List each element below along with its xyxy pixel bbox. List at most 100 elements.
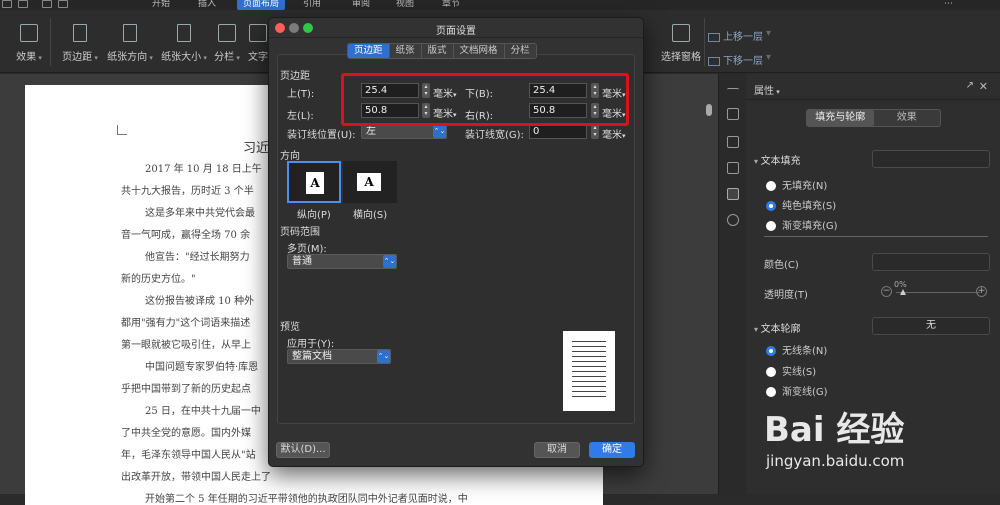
decrease-button[interactable]: − xyxy=(881,286,892,297)
effects-button[interactable]: 效果 xyxy=(14,24,44,63)
radio-dot xyxy=(766,201,776,211)
bring-forward-dropdown[interactable]: ▾ xyxy=(766,28,771,39)
send-backward-dropdown[interactable]: ▾ xyxy=(766,52,771,63)
multi-page-select[interactable]: 普通 ⌃⌄ xyxy=(287,254,397,269)
text-fill-section[interactable]: 文本填充 xyxy=(754,152,801,167)
color-label: 颜色(C) xyxy=(764,260,799,271)
properties-panel: 属性 ↗ ✕ 填充与轮廓 效果 文本填充 无填充(N) 纯色填充(S) 渐变填充… xyxy=(746,74,1000,494)
selection-pane-icon xyxy=(672,24,690,42)
document-line: 这份报告被译成 10 种外 xyxy=(145,296,255,307)
transparency-value: 0% xyxy=(894,280,907,289)
lock-icon[interactable] xyxy=(727,162,739,174)
ribbon-divider xyxy=(704,18,705,66)
tab-effects[interactable]: 效果 xyxy=(874,110,941,126)
landscape-label: 横向(S) xyxy=(353,210,388,221)
transparency-slider[interactable] xyxy=(896,292,980,293)
preview-line xyxy=(572,341,606,342)
margins-heading: 页边距 xyxy=(280,71,310,82)
orientation-icon xyxy=(123,24,137,42)
preview-line xyxy=(572,396,606,397)
margins-button[interactable]: 页边距 xyxy=(58,24,102,63)
gutter-width-stepper[interactable]: ▴ ▾ xyxy=(591,124,599,139)
tab-document-grid[interactable]: 文档网格 xyxy=(453,44,505,58)
columns-button[interactable]: 分栏 xyxy=(212,24,242,63)
text-outline-section[interactable]: 文本轮廓 xyxy=(754,320,801,335)
popout-icon[interactable]: ↗ xyxy=(966,80,974,91)
document-title: 习近 xyxy=(243,141,270,156)
orientation-button[interactable]: 纸张方向 xyxy=(104,24,156,63)
radio-dot xyxy=(766,367,776,377)
selection-pane-button[interactable]: 选择窗格 xyxy=(659,24,703,63)
gutter-position-select[interactable]: 左 ⌃⌄ xyxy=(361,124,447,139)
close-icon[interactable]: ✕ xyxy=(979,80,988,93)
document-line: 这是多年来中共党代会最 xyxy=(145,208,255,219)
gutter-width-unit[interactable]: 毫米 xyxy=(602,126,626,141)
preview-line xyxy=(572,346,606,347)
document-line: 2017 年 10 月 18 日上午 xyxy=(145,164,262,175)
document-line: 年，毛泽东领导中国人民从"站 xyxy=(121,450,256,461)
text-direction-button[interactable]: 文字 xyxy=(246,24,270,63)
redo-icon[interactable] xyxy=(58,0,68,8)
tab-review[interactable]: 审阅 xyxy=(346,0,376,10)
tab-margins[interactable]: 页边距 xyxy=(348,44,390,58)
document-line: 他宣告："经过长期努力 xyxy=(145,252,250,263)
paper-size-button[interactable]: 纸张大小 xyxy=(158,24,210,63)
divider xyxy=(764,236,988,237)
portrait-icon: A xyxy=(306,172,324,194)
document-line: 开始第二个 5 年任期的习近平带领他的执政团队同中外记者见面时说，中 xyxy=(145,494,468,505)
tab-fill-outline[interactable]: 填充与轮廓 xyxy=(807,110,874,126)
tab-layout[interactable]: 版式 xyxy=(421,44,454,58)
gradient-fill-radio[interactable]: 渐变填充(G) xyxy=(766,217,838,232)
cancel-button[interactable]: 取消 xyxy=(534,442,580,458)
outline-dropdown[interactable]: 无 xyxy=(872,317,990,335)
tab-insert[interactable]: 插入 xyxy=(192,0,222,10)
save-icon[interactable] xyxy=(2,0,12,8)
document-line: 第一眼就被它吸引住，从早上 xyxy=(121,340,251,351)
panel-tabs: 填充与轮廓 效果 xyxy=(806,109,941,127)
gradient-line-radio[interactable]: 渐变线(G) xyxy=(766,383,828,398)
increase-button[interactable]: + xyxy=(976,286,987,297)
document-line: 出改革开放，带领中国人民走上了 xyxy=(121,472,271,483)
send-backward-button[interactable]: 下移一层 xyxy=(708,52,763,67)
cursor-icon[interactable] xyxy=(727,136,739,148)
document-line: 共十九大报告，历时近 3 个半 xyxy=(121,186,254,197)
chevron-down-icon: ⌃⌄ xyxy=(377,350,390,363)
tab-references[interactable]: 引用 xyxy=(297,0,327,10)
portrait-option[interactable]: A xyxy=(287,161,341,203)
menu-icon[interactable] xyxy=(727,88,739,96)
color-dropdown[interactable] xyxy=(872,253,990,271)
no-line-radio[interactable]: 无线条(N) xyxy=(766,342,827,357)
radio-dot xyxy=(766,346,776,356)
margin-corner-mark xyxy=(117,125,127,135)
bring-forward-button[interactable]: 上移一层 xyxy=(708,28,763,43)
slider-thumb[interactable] xyxy=(900,289,906,295)
apply-to-select[interactable]: 整篇文档 ⌃⌄ xyxy=(287,349,391,364)
fill-dropdown[interactable] xyxy=(872,150,990,168)
solid-line-radio[interactable]: 实线(S) xyxy=(766,363,816,378)
pen-icon[interactable] xyxy=(727,108,739,120)
share-icon[interactable]: ⋯ xyxy=(938,0,959,10)
tab-view[interactable]: 视图 xyxy=(390,0,420,10)
tab-columns[interactable]: 分栏 xyxy=(504,44,536,58)
no-fill-radio[interactable]: 无填充(N) xyxy=(766,177,827,192)
panel-title[interactable]: 属性 xyxy=(754,82,780,97)
preview-line xyxy=(572,376,606,377)
document-line: 都用"强有力"这个词语来描述 xyxy=(121,318,251,329)
adjust-icon[interactable] xyxy=(727,188,739,200)
tab-home[interactable]: 开始 xyxy=(146,0,176,10)
default-button[interactable]: 默认(D)... xyxy=(276,442,330,458)
vertical-scrollbar[interactable] xyxy=(706,104,712,116)
landscape-option[interactable]: A xyxy=(343,161,397,203)
document-line: 新的历史方位。" xyxy=(121,274,196,285)
radio-dot xyxy=(766,181,776,191)
tab-paper[interactable]: 纸张 xyxy=(389,44,422,58)
tab-page-layout[interactable]: 页面布局 xyxy=(237,0,286,10)
ok-button[interactable]: 确定 xyxy=(589,442,635,458)
undo-icon[interactable] xyxy=(42,0,52,8)
tab-section[interactable]: 章节 xyxy=(436,0,466,10)
gutter-width-input[interactable]: 0 xyxy=(529,124,587,139)
apply-to-label: 应用于(Y): xyxy=(287,339,335,350)
print-icon[interactable] xyxy=(18,0,28,8)
solid-fill-radio[interactable]: 纯色填充(S) xyxy=(766,197,836,212)
history-icon[interactable] xyxy=(727,214,739,226)
